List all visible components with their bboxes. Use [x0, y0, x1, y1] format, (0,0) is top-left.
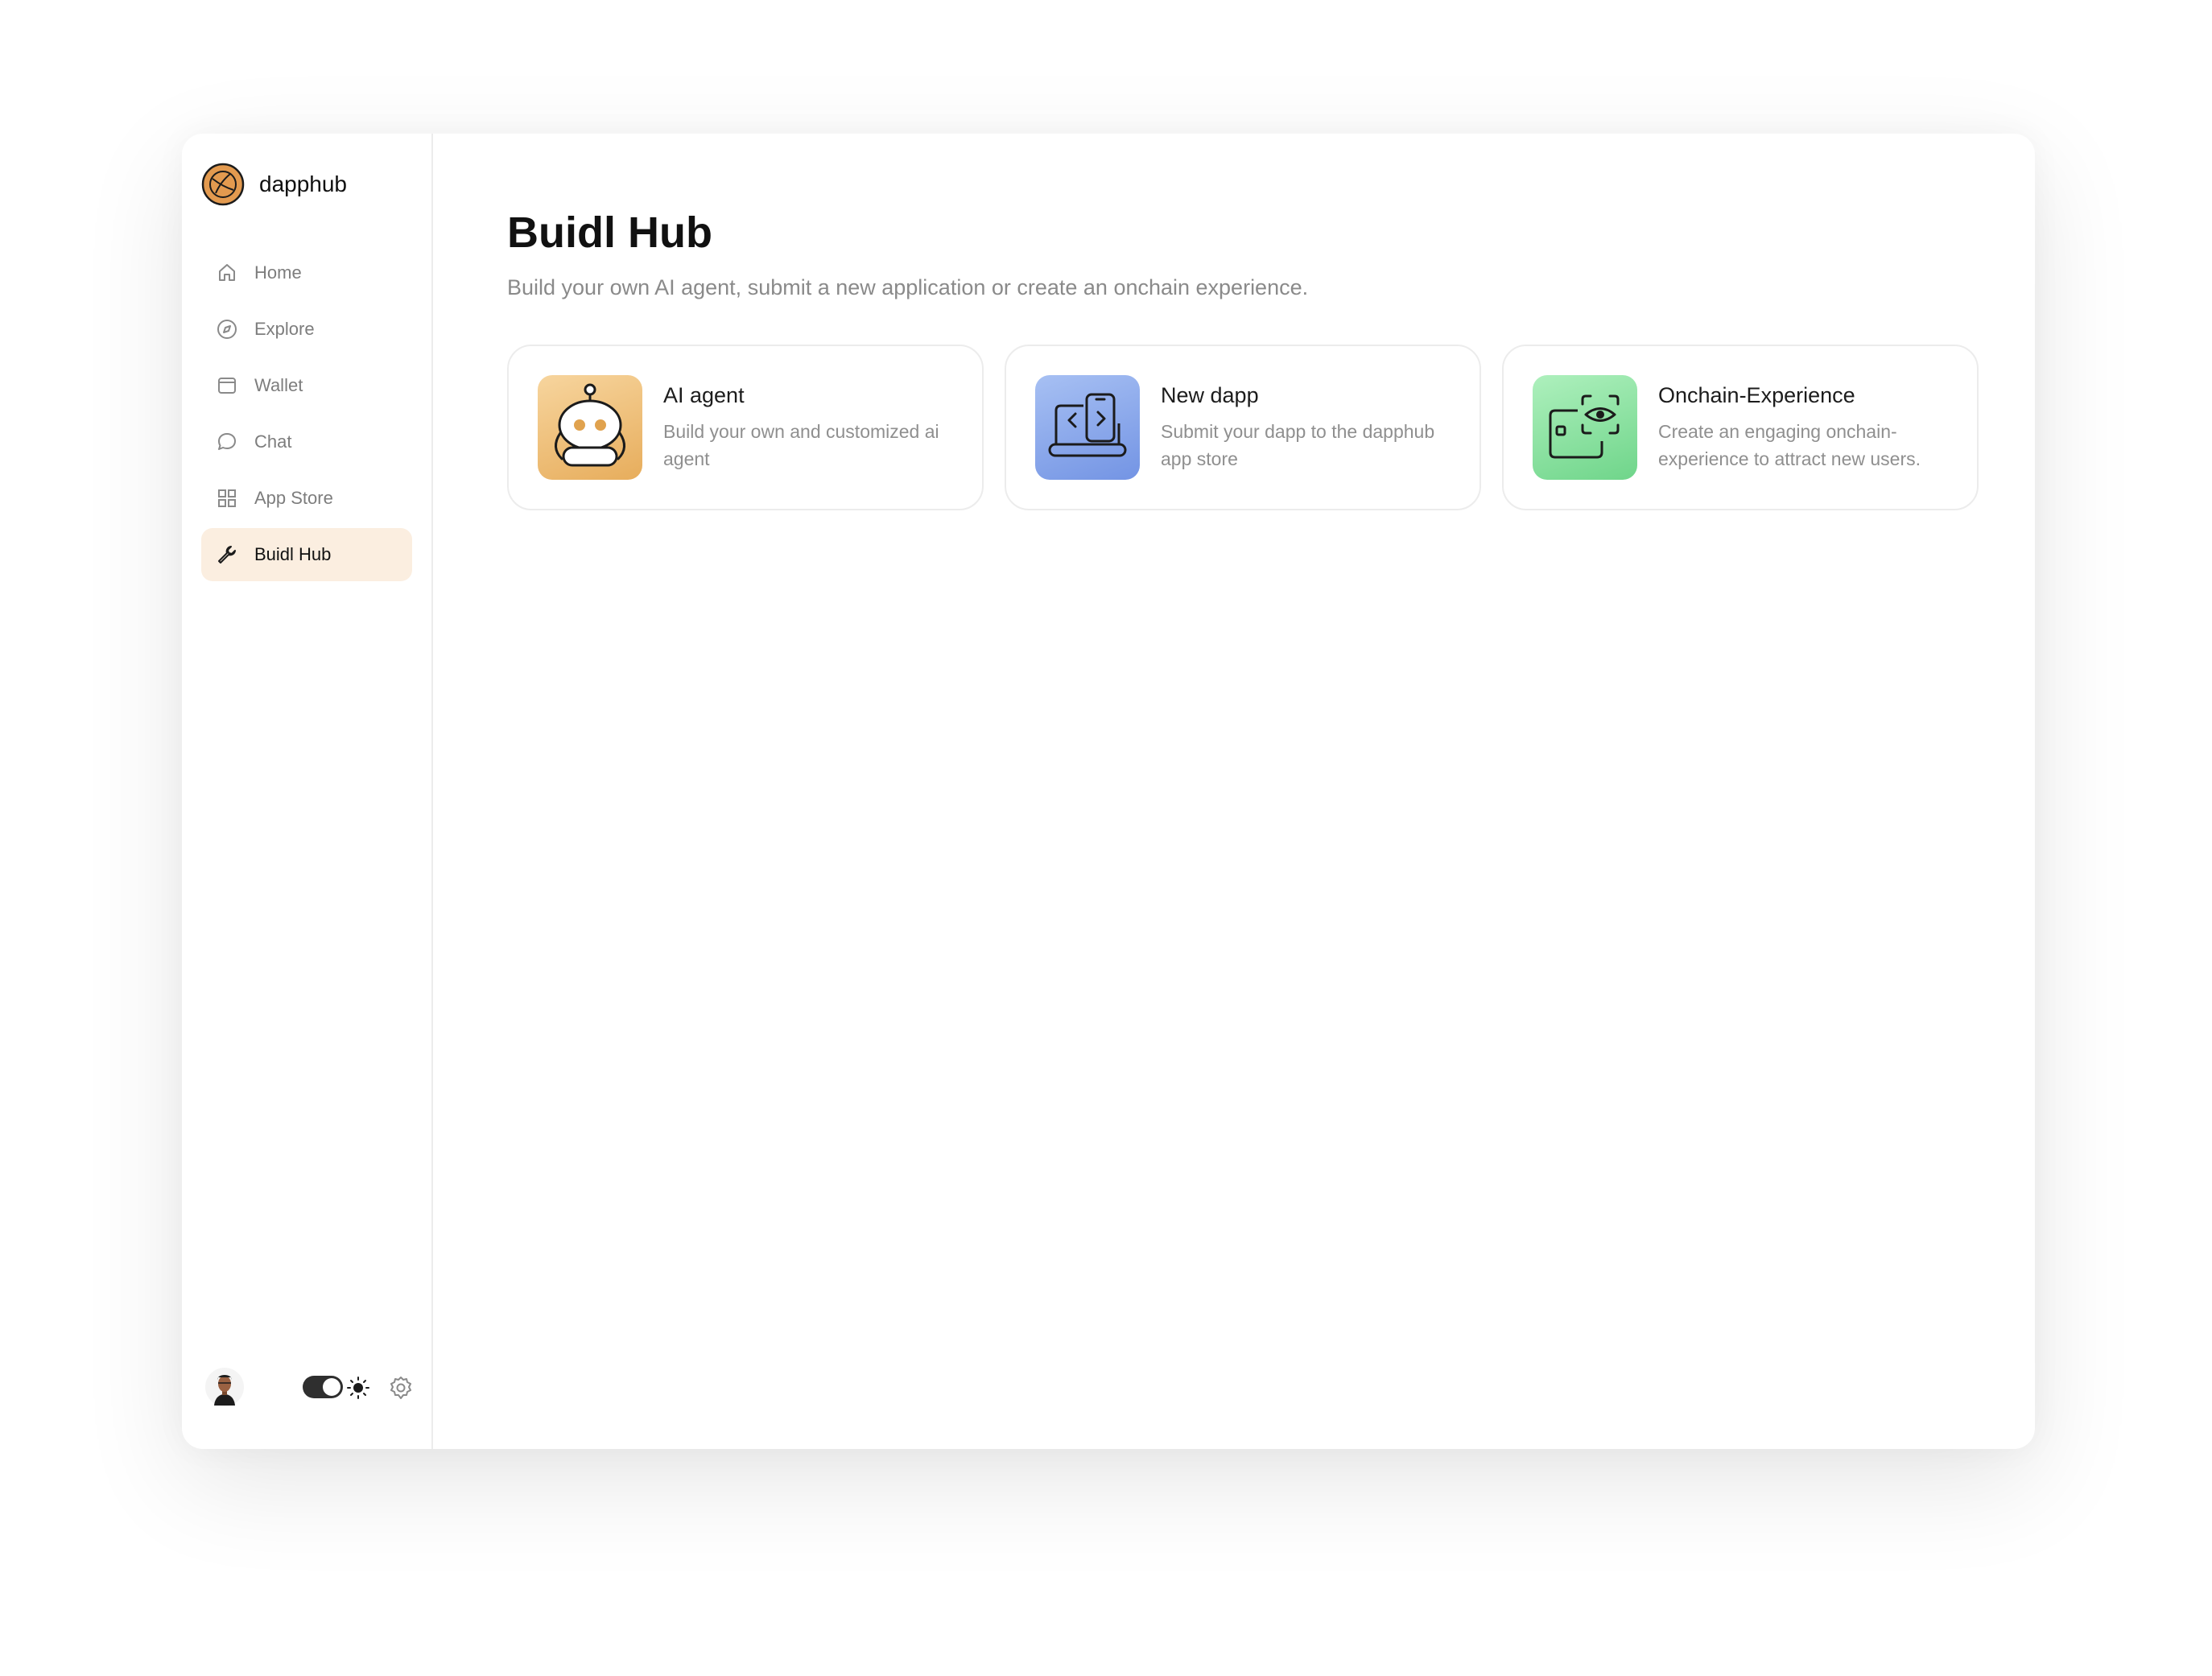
- wrench-icon: [216, 543, 238, 566]
- card-text: Onchain-Experience Create an engaging on…: [1658, 383, 1964, 473]
- grid-icon: [216, 487, 238, 510]
- card-title: New dapp: [1161, 382, 1259, 407]
- sidebar-item-label: Explore: [254, 319, 315, 339]
- sidebar-item-label: Wallet: [254, 375, 303, 395]
- gear-icon[interactable]: [388, 1375, 414, 1401]
- sidebar-item-label: App Store: [254, 488, 333, 508]
- card-onchain-experience[interactable]: Onchain-Experience Create an engaging on…: [1502, 345, 1979, 510]
- sun-icon[interactable]: [346, 1376, 370, 1400]
- toggle-knob: [323, 1378, 340, 1396]
- wallet-icon: [216, 374, 238, 397]
- sidebar-footer: [201, 1367, 412, 1410]
- card-description: Submit your dapp to the dapphub app stor…: [1161, 420, 1435, 469]
- app-window: dapphub Home Explore Wallet Chat App Sto…: [182, 134, 2035, 1449]
- card-title: Onchain-Experience: [1658, 382, 1855, 407]
- card-icon-tile: [1533, 375, 1637, 480]
- robot-icon: [555, 383, 625, 467]
- sidebar-item-label: Buidl Hub: [254, 544, 332, 564]
- sidebar-item-label: Chat: [254, 431, 292, 452]
- sidebar-item-chat[interactable]: Chat: [201, 415, 412, 469]
- chat-icon: [216, 431, 238, 453]
- card-text: AI agent Build your own and customized a…: [663, 383, 969, 473]
- theme-toggle[interactable]: [303, 1376, 343, 1398]
- sidebar-item-explore[interactable]: Explore: [201, 303, 412, 356]
- sidebar-nav: Home Explore Wallet Chat App Store Buidl…: [201, 246, 412, 584]
- brand[interactable]: dapphub: [201, 163, 347, 206]
- brand-name: dapphub: [259, 171, 348, 196]
- page-subtitle: Build your own AI agent, submit a new ap…: [507, 275, 1309, 299]
- code-device-icon: [1048, 393, 1127, 457]
- main-content: Buidl Hub Build your own AI agent, submi…: [431, 134, 2035, 1449]
- compass-icon: [216, 318, 238, 341]
- sidebar-item-home[interactable]: Home: [201, 246, 412, 299]
- sidebar-item-label: Home: [254, 262, 302, 283]
- card-ai-agent[interactable]: AI agent Build your own and customized a…: [507, 345, 984, 510]
- card-list: AI agent Build your own and customized a…: [507, 345, 1979, 510]
- sidebar-item-buidl-hub[interactable]: Buidl Hub: [201, 528, 412, 581]
- card-description: Build your own and customized ai agent: [663, 420, 939, 469]
- card-new-dapp[interactable]: New dapp Submit your dapp to the dapphub…: [1005, 345, 1481, 510]
- card-text: New dapp Submit your dapp to the dapphub…: [1161, 383, 1467, 473]
- sidebar: dapphub Home Explore Wallet Chat App Sto…: [182, 134, 433, 1449]
- dapphub-logo-icon: [201, 163, 245, 206]
- sidebar-item-wallet[interactable]: Wallet: [201, 359, 412, 412]
- card-icon-tile: [538, 375, 642, 480]
- card-icon-tile: [1035, 375, 1140, 480]
- page-title: Buidl Hub: [507, 208, 712, 257]
- eye-scan-icon: [1549, 394, 1620, 459]
- avatar[interactable]: [204, 1367, 245, 1407]
- card-title: AI agent: [663, 382, 745, 407]
- sidebar-item-app-store[interactable]: App Store: [201, 472, 412, 525]
- card-description: Create an engaging onchain-experience to…: [1658, 420, 1921, 469]
- home-icon: [216, 262, 238, 284]
